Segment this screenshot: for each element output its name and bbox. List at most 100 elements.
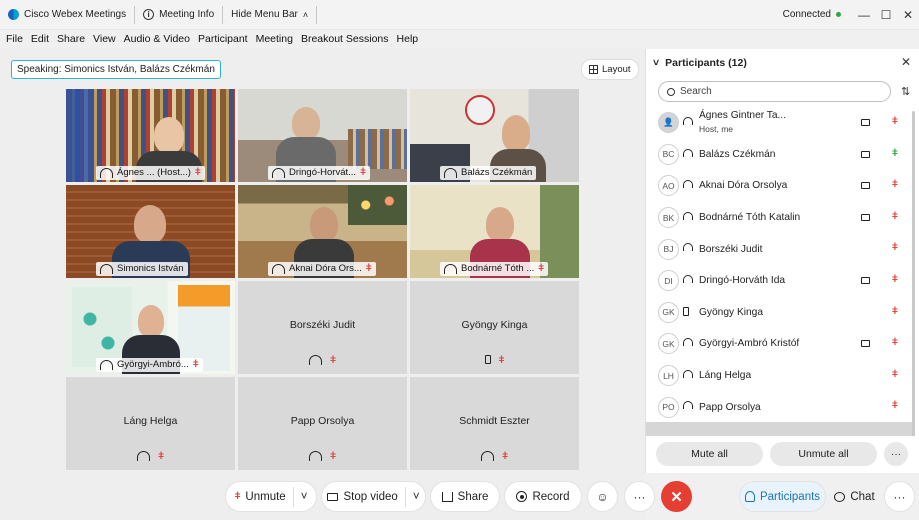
- participant-list-scrollbar[interactable]: [912, 111, 915, 471]
- unmute-all-button[interactable]: Unmute all: [770, 442, 877, 466]
- menu-meeting[interactable]: Meeting: [256, 33, 293, 45]
- tile-name: Bodnárné Tóth ...: [461, 263, 535, 274]
- video-tile-aknai[interactable]: Aknai Dóra Ors... ǂ: [238, 185, 407, 278]
- mic-on-icon: ǂ: [892, 147, 898, 159]
- unmute-button[interactable]: ǂ Unmute ˅: [225, 481, 317, 512]
- menu-share[interactable]: Share: [57, 33, 85, 45]
- headset-icon: [683, 148, 693, 157]
- menu-participant[interactable]: Participant: [198, 33, 248, 45]
- participant-row[interactable]: BC Balázs Czékmán ǂ: [646, 139, 914, 171]
- mute-all-button[interactable]: Mute all: [656, 442, 763, 466]
- participants-toggle-button[interactable]: Participants: [739, 481, 826, 512]
- stop-video-button[interactable]: Stop video ˅: [321, 481, 426, 512]
- connection-status-text: Connected: [782, 9, 831, 20]
- participant-search-input[interactable]: Search: [658, 81, 891, 102]
- minimize-button[interactable]: —: [853, 0, 875, 30]
- close-panel-icon[interactable]: ✕: [901, 55, 911, 69]
- chat-button[interactable]: Chat: [828, 481, 881, 512]
- search-placeholder: Search: [680, 86, 712, 97]
- participant-name: Papp Orsolya: [699, 401, 761, 413]
- record-button[interactable]: Record: [504, 481, 582, 512]
- tile-nametag: Bodnárné Tóth ... ǂ: [440, 262, 549, 276]
- headset-icon: [100, 168, 113, 178]
- menu-help[interactable]: Help: [397, 33, 419, 45]
- muted-mic-icon: ǂ: [892, 210, 898, 222]
- participants-panel: ˅ Participants (12) ✕ Search ⇅ 👤 Ágnes G…: [645, 49, 919, 473]
- chevron-down-icon[interactable]: ˅: [301, 491, 308, 503]
- more-options-icon[interactable]: ···: [884, 442, 908, 466]
- muted-mic-icon: ǂ: [892, 337, 898, 349]
- audio-tile-papp[interactable]: Papp Orsolya ǂ: [238, 377, 407, 470]
- tile-nametag: Györgyi-Ambró... ǂ: [96, 358, 203, 372]
- participant-row[interactable]: AO Aknai Dóra Orsolya ǂ: [646, 170, 914, 202]
- menu-view[interactable]: View: [93, 33, 116, 45]
- menu-file[interactable]: File: [6, 33, 23, 45]
- info-icon: i: [143, 9, 155, 20]
- muted-mic-icon: ǂ: [892, 242, 898, 254]
- avatar: BJ: [658, 238, 679, 260]
- muted-mic-icon: ǂ: [498, 355, 505, 366]
- close-window-button[interactable]: ✕: [897, 0, 919, 30]
- avatar: DI: [658, 270, 679, 292]
- muted-mic-icon: ǂ: [234, 491, 241, 502]
- video-icon: [861, 150, 870, 158]
- more-options-icon: ···: [893, 489, 906, 504]
- audio-tile-lang[interactable]: Láng Helga ǂ: [66, 377, 235, 470]
- menu-breakout-sessions[interactable]: Breakout Sessions: [301, 33, 389, 45]
- headset-icon: [683, 338, 693, 347]
- audio-tile-borszeki[interactable]: Borszéki Judit ǂ: [238, 281, 407, 374]
- participant-row[interactable]: LH Láng Helga ǂ: [646, 360, 914, 392]
- layout-button[interactable]: Layout: [581, 59, 639, 80]
- chevron-down-icon[interactable]: ˅: [413, 491, 420, 503]
- layout-label: Layout: [602, 64, 631, 75]
- participant-row[interactable]: GK Györgyi-Ambró Kristóf ǂ: [646, 328, 914, 360]
- video-camera-icon: [327, 492, 339, 501]
- headset-icon: [683, 117, 693, 125]
- video-tile-dringo[interactable]: Dringó-Horvát... ǂ: [238, 89, 407, 182]
- meeting-info-label: Meeting Info: [159, 9, 215, 20]
- video-tile-simonics[interactable]: Simonics István: [66, 185, 235, 278]
- participant-row[interactable]: PO Papp Orsolya ǂ: [646, 391, 914, 423]
- more-options-button[interactable]: ···: [624, 481, 655, 512]
- more-panels-button[interactable]: ···: [884, 481, 915, 512]
- video-icon: [861, 119, 870, 126]
- reactions-button[interactable]: ☺: [587, 481, 618, 512]
- participants-title: Participants (12): [665, 57, 747, 69]
- video-tile-balazs[interactable]: Balázs Czékmán: [410, 89, 579, 182]
- maximize-button[interactable]: ☐: [875, 0, 897, 30]
- video-tile-gyorgyi-ambro[interactable]: Györgyi-Ambró... ǂ: [66, 281, 235, 374]
- webex-logo-icon: [8, 9, 19, 20]
- participant-row[interactable]: 👤 Ágnes Gintner Ta... Host, me ǂ: [646, 107, 914, 139]
- share-button[interactable]: Share: [430, 481, 500, 512]
- headset-icon: [683, 274, 693, 283]
- participant-role: Host, me: [699, 124, 734, 134]
- headset-icon: [444, 264, 457, 274]
- participant-name: Balázs Czékmán: [699, 148, 776, 160]
- menu-edit[interactable]: Edit: [31, 33, 49, 45]
- participant-row[interactable]: DI Dringó-Horváth Ida ǂ: [646, 265, 914, 297]
- speaking-label: Speaking:: [17, 64, 62, 75]
- video-tile-agnes[interactable]: Ágnes ... (Host...) ǂ: [66, 89, 235, 182]
- sort-icon[interactable]: ⇅: [901, 85, 910, 98]
- hide-menu-bar-button[interactable]: Hide Menu Bar ˄: [223, 5, 318, 24]
- title-bar: Cisco Webex Meetings i Meeting Info Hide…: [0, 0, 919, 30]
- audio-tile-gyongy[interactable]: Gyöngy Kinga ǂ: [410, 281, 579, 374]
- participants-panel-header[interactable]: ˅ Participants (12): [646, 49, 919, 77]
- participant-row[interactable]: BK Bodnárné Tóth Katalin ǂ: [646, 202, 914, 234]
- video-tile-bodnarne[interactable]: Bodnárné Tóth ... ǂ: [410, 185, 579, 278]
- menu-audio-video[interactable]: Audio & Video: [124, 33, 190, 45]
- tile-name: Aknai Dóra Ors...: [289, 263, 362, 274]
- headset-icon: [309, 355, 323, 365]
- audio-tile-schmidt[interactable]: Schmidt Eszter ǂ: [410, 377, 579, 470]
- phone-icon: [683, 306, 689, 316]
- participant-name: Láng Helga: [699, 370, 752, 382]
- end-meeting-button[interactable]: ✕: [661, 481, 692, 512]
- muted-mic-icon: ǂ: [330, 451, 336, 462]
- headset-icon: [100, 360, 113, 370]
- participant-row[interactable]: GK Gyöngy Kinga ǂ: [646, 297, 914, 329]
- participant-row[interactable]: BJ Borszéki Judit ǂ: [646, 233, 914, 265]
- meeting-info-button[interactable]: i Meeting Info: [135, 5, 224, 24]
- avatar: BC: [658, 143, 679, 165]
- participant-name: Bodnárné Tóth Katalin: [699, 212, 801, 224]
- hide-menu-label: Hide Menu Bar: [231, 9, 298, 20]
